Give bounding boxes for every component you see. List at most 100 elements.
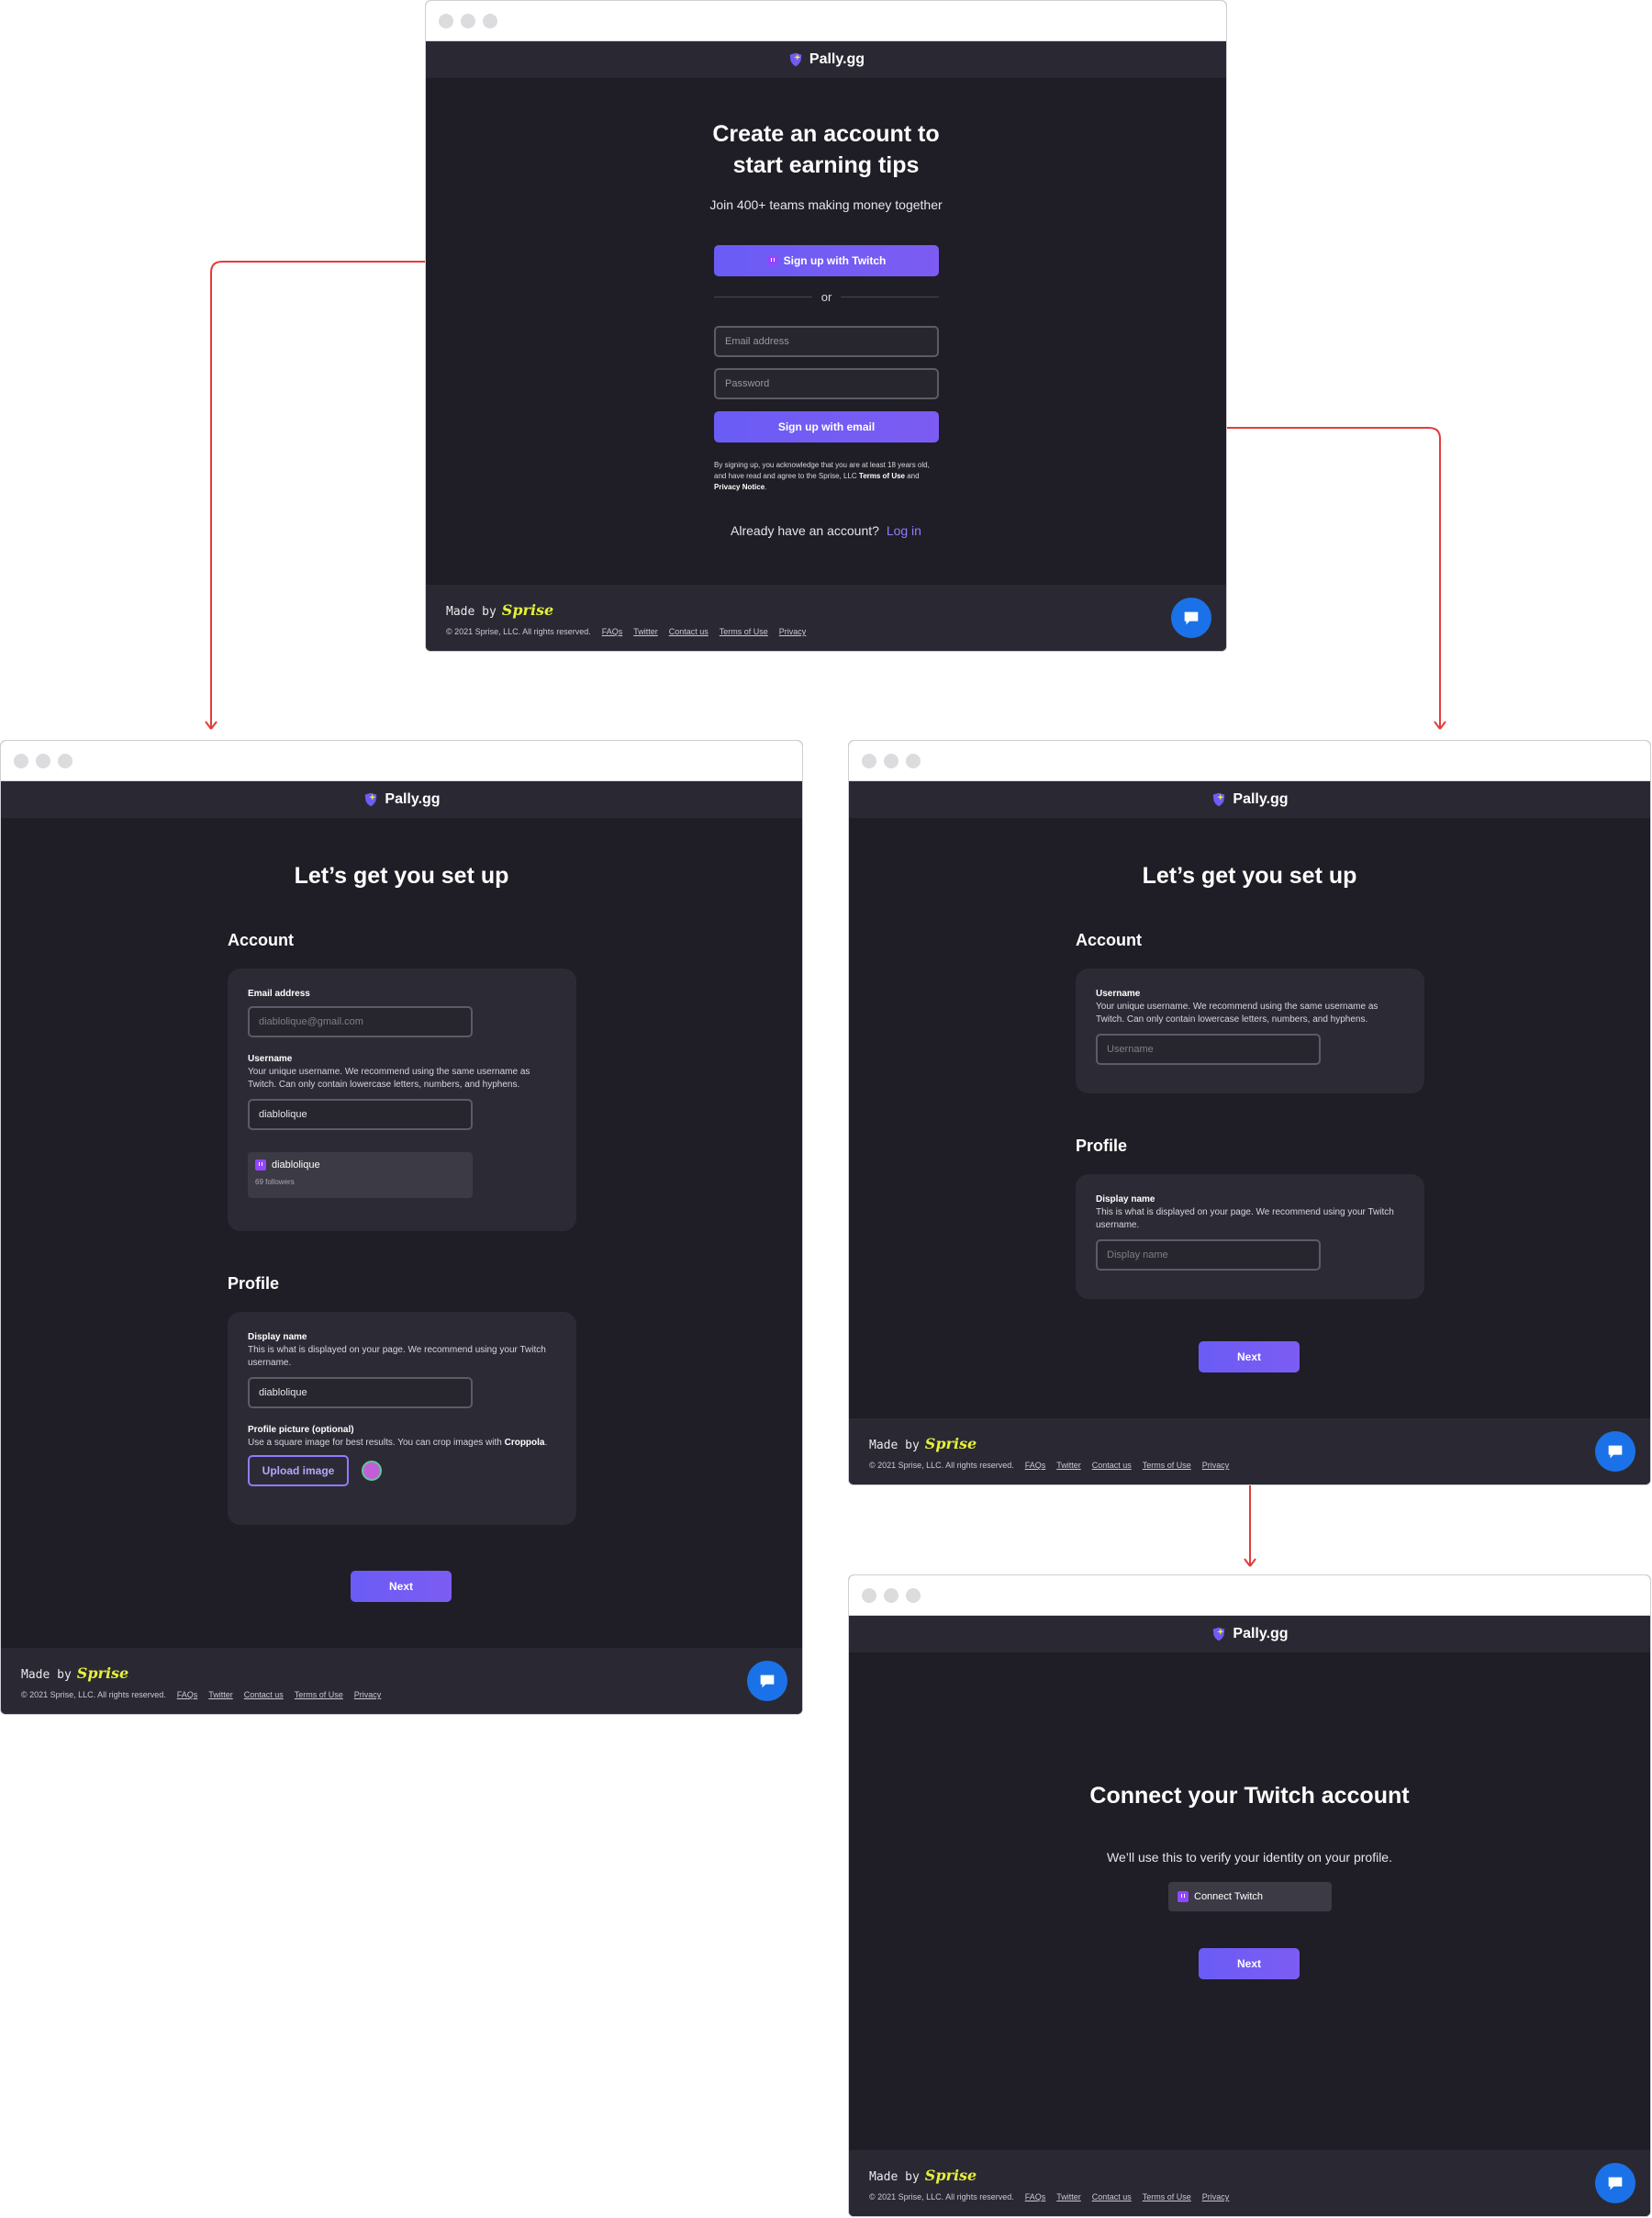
- chat-button[interactable]: [1595, 2163, 1635, 2203]
- footer-link-contact[interactable]: Contact us: [669, 627, 709, 636]
- account-card: Username Your unique username. We recomm…: [1076, 969, 1424, 1093]
- chat-button[interactable]: [1171, 598, 1211, 638]
- footer-link-twitter[interactable]: Twitter: [1056, 2192, 1081, 2201]
- chat-button[interactable]: [747, 1661, 787, 1701]
- made-by-text: Made by: [446, 605, 497, 619]
- username-label: Username: [1096, 989, 1141, 999]
- connect-twitch-label: Connect Twitch: [1194, 1891, 1264, 1902]
- made-by-text: Made by: [21, 1668, 72, 1682]
- footer-link-privacy[interactable]: Privacy: [1202, 2192, 1230, 2201]
- brand-name[interactable]: Pally.gg: [385, 791, 440, 808]
- login-link[interactable]: Log in: [887, 523, 921, 538]
- footer-link-contact[interactable]: Contact us: [1092, 1461, 1132, 1470]
- app-header: Pally.gg: [849, 781, 1650, 818]
- page-title: Create an account to start earning tips: [426, 119, 1226, 182]
- brand-name[interactable]: Pally.gg: [809, 51, 865, 68]
- footer-link-terms[interactable]: Terms of Use: [1143, 2192, 1191, 2201]
- footer-link-faqs[interactable]: FAQs: [1025, 2192, 1046, 2201]
- or-text: or: [820, 290, 832, 304]
- connect-twitch-window: Pally.gg Connect your Twitch account We’…: [848, 1574, 1651, 2217]
- window-minimize-dot[interactable]: [884, 753, 899, 768]
- footer-link-privacy[interactable]: Privacy: [1202, 1461, 1230, 1470]
- browser-chrome: [849, 741, 1650, 781]
- next-button[interactable]: Next: [1199, 1948, 1300, 1979]
- made-by-text: Made by: [869, 1439, 920, 1452]
- window-minimize-dot[interactable]: [461, 13, 475, 28]
- password-input[interactable]: Password: [714, 368, 939, 399]
- footer-link-faqs[interactable]: FAQs: [602, 627, 623, 636]
- connect-twitch-button[interactable]: Connect Twitch: [1168, 1882, 1332, 1911]
- footer: Made by Sprise © 2021 Sprise, LLC. All ri…: [426, 585, 1226, 651]
- footer-link-terms[interactable]: Terms of Use: [1143, 1461, 1191, 1470]
- window-minimize-dot[interactable]: [36, 753, 50, 768]
- next-button[interactable]: Next: [351, 1571, 452, 1602]
- legal-notice: By signing up, you acknowledge that you …: [714, 461, 930, 491]
- sprise-logo[interactable]: Sprise: [925, 1435, 977, 1452]
- footer: Made by Sprise © 2021 Sprise, LLC. All ri…: [1, 1648, 802, 1714]
- profile-heading: Profile: [228, 1274, 280, 1293]
- browser-chrome: [426, 1, 1226, 41]
- browser-chrome: [1, 741, 802, 781]
- profile-picture-label: Profile picture (optional): [248, 1425, 354, 1435]
- avatar: [362, 1461, 382, 1481]
- signup-twitch-button[interactable]: Sign up with Twitch: [714, 245, 939, 276]
- window-close-dot[interactable]: [14, 753, 28, 768]
- display-name-input[interactable]: Display name: [1096, 1239, 1321, 1271]
- chat-icon: [760, 1675, 775, 1688]
- display-name-label: Display name: [248, 1332, 307, 1342]
- footer-link-faqs[interactable]: FAQs: [1025, 1461, 1046, 1470]
- window-zoom-dot[interactable]: [483, 13, 497, 28]
- upload-image-button[interactable]: Upload image: [248, 1455, 349, 1486]
- brand-name[interactable]: Pally.gg: [1233, 1626, 1288, 1642]
- chat-button[interactable]: [1595, 1431, 1635, 1472]
- setup-twitch-window: Pally.gg Let’s get you set up Account Em…: [0, 740, 803, 1715]
- footer-link-twitter[interactable]: Twitter: [208, 1690, 233, 1699]
- username-input[interactable]: diablolique: [248, 1099, 473, 1130]
- footer-link-privacy[interactable]: Privacy: [354, 1690, 382, 1699]
- footer-link-privacy[interactable]: Privacy: [779, 627, 807, 636]
- window-zoom-dot[interactable]: [906, 753, 921, 768]
- footer-link-terms[interactable]: Terms of Use: [720, 627, 768, 636]
- window-close-dot[interactable]: [862, 753, 876, 768]
- copyright: © 2021 Sprise, LLC. All rights reserved.: [446, 627, 591, 636]
- display-name-input[interactable]: diablolique: [248, 1377, 473, 1408]
- terms-link[interactable]: Terms of Use: [859, 472, 905, 480]
- window-close-dot[interactable]: [862, 1587, 876, 1603]
- twitch-icon: [1178, 1891, 1189, 1902]
- window-close-dot[interactable]: [439, 13, 453, 28]
- footer-link-twitter[interactable]: Twitter: [633, 627, 658, 636]
- next-button[interactable]: Next: [1199, 1341, 1300, 1372]
- footer-link-faqs[interactable]: FAQs: [177, 1690, 198, 1699]
- window-zoom-dot[interactable]: [58, 753, 73, 768]
- croppola-link[interactable]: Croppola: [505, 1438, 545, 1448]
- brand-name[interactable]: Pally.gg: [1233, 791, 1288, 808]
- chat-icon: [1184, 611, 1199, 625]
- window-zoom-dot[interactable]: [906, 1587, 921, 1603]
- sprise-logo[interactable]: Sprise: [925, 2167, 977, 2184]
- copyright: © 2021 Sprise, LLC. All rights reserved.: [21, 1690, 166, 1699]
- footer-link-twitter[interactable]: Twitter: [1056, 1461, 1081, 1470]
- username-help: Your unique username. We recommend using…: [248, 1067, 530, 1090]
- email-input[interactable]: diablolique@gmail.com: [248, 1006, 473, 1037]
- signup-email-button[interactable]: Sign up with email: [714, 411, 939, 442]
- privacy-link[interactable]: Privacy Notice: [714, 483, 765, 491]
- app-header: Pally.gg: [426, 41, 1226, 78]
- footer-link-contact[interactable]: Contact us: [1092, 2192, 1132, 2201]
- profile-card: Display name This is what is displayed o…: [228, 1312, 576, 1525]
- footer-link-terms[interactable]: Terms of Use: [295, 1690, 343, 1699]
- twitch-followers: 69 followers: [255, 1178, 295, 1186]
- twitch-icon: [766, 255, 778, 266]
- page-title: Connect your Twitch account: [1089, 1783, 1410, 1809]
- email-input[interactable]: Email address: [714, 326, 939, 357]
- sprise-logo[interactable]: Sprise: [77, 1664, 128, 1682]
- sprise-logo[interactable]: Sprise: [502, 601, 553, 619]
- display-name-label: Display name: [1096, 1194, 1155, 1204]
- username-input[interactable]: Username: [1096, 1034, 1321, 1065]
- window-minimize-dot[interactable]: [884, 1587, 899, 1603]
- display-name-help: This is what is displayed on your page. …: [248, 1345, 546, 1368]
- twitch-username: diablolique: [272, 1159, 320, 1171]
- made-by-text: Made by: [869, 2170, 920, 2184]
- footer-links: © 2021 Sprise, LLC. All rights reserved.…: [869, 2192, 1229, 2201]
- footer-links: © 2021 Sprise, LLC. All rights reserved.…: [869, 1461, 1229, 1470]
- footer-link-contact[interactable]: Contact us: [244, 1690, 284, 1699]
